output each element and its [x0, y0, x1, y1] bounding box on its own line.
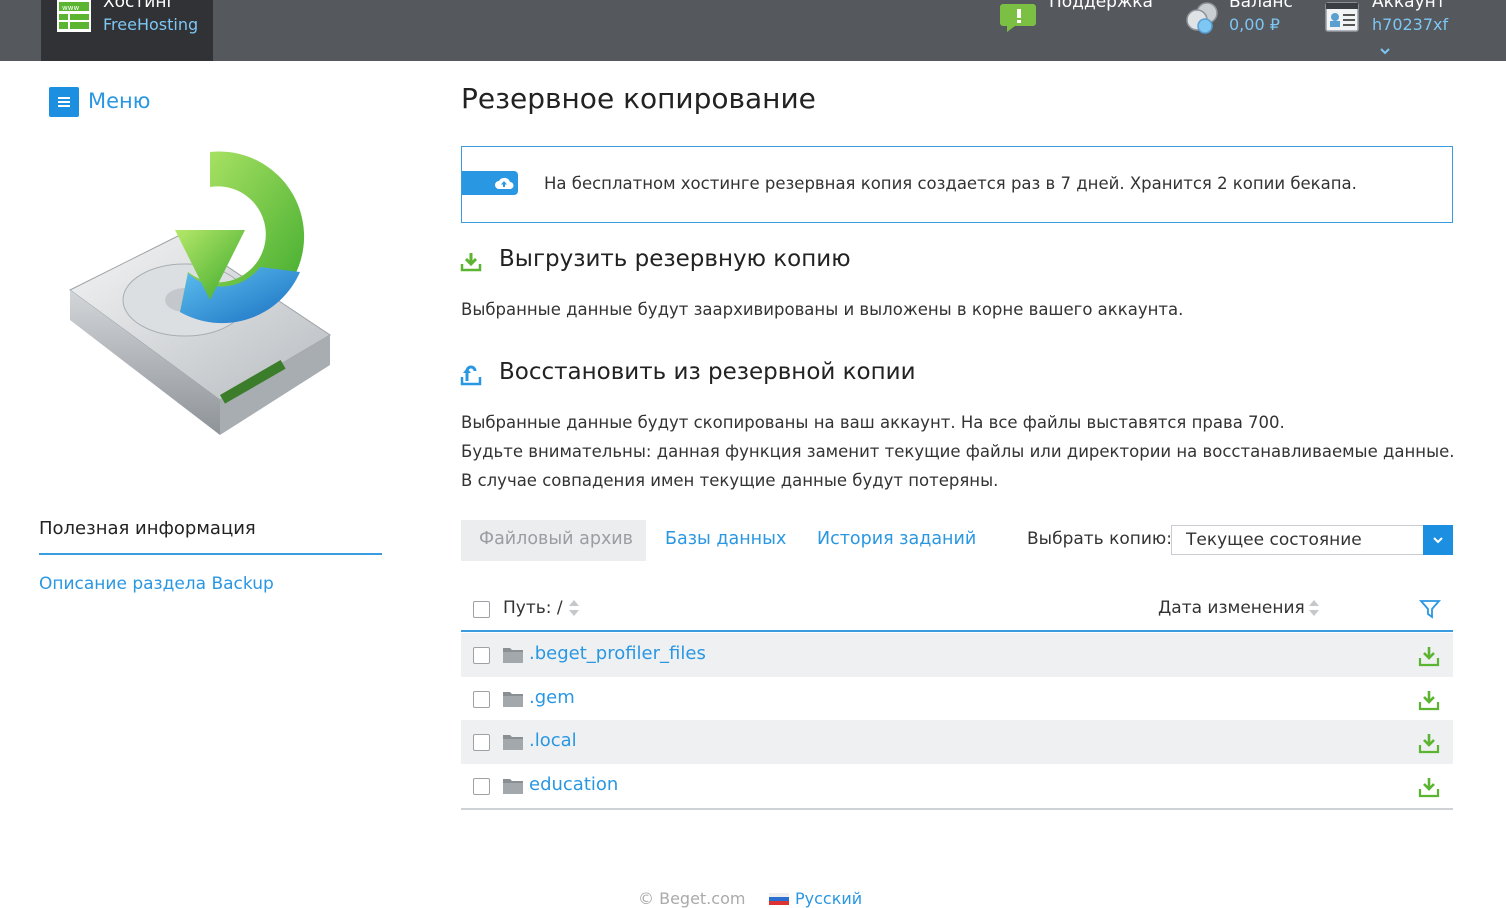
folder-icon	[503, 692, 523, 707]
footer-copyright: © Beget.com	[638, 889, 746, 908]
backup-hard-drive-illustration	[69, 151, 331, 435]
hosting-icon: www	[57, 0, 91, 32]
folder-icon	[503, 735, 523, 750]
column-path[interactable]: Путь: /	[503, 598, 563, 618]
folder-name[interactable]: .gem	[529, 687, 575, 708]
tab-task-history[interactable]: История заданий	[799, 520, 994, 561]
folder-name[interactable]: .local	[529, 730, 577, 751]
id-card-icon	[1325, 2, 1359, 32]
backup-select[interactable]: Текущее состояние	[1171, 525, 1453, 555]
hosting-switcher[interactable]: www Хостинг FreeHosting	[41, 0, 213, 61]
support-menu[interactable]: Поддержка	[1000, 0, 1160, 61]
folder-icon	[503, 648, 523, 663]
cloud-upload-icon	[495, 177, 514, 189]
download-icon	[460, 253, 482, 272]
coins-icon	[1186, 2, 1218, 34]
table-row[interactable]: education	[461, 764, 1453, 808]
hosting-title: Хостинг	[103, 0, 176, 12]
sort-icon[interactable]	[1308, 598, 1320, 618]
export-description: Выбранные данные будут заархивированы и …	[461, 300, 1184, 319]
tab-databases[interactable]: Базы данных	[647, 520, 804, 561]
row-checkbox[interactable]	[473, 778, 490, 795]
menu-icon-line	[58, 101, 70, 103]
restore-description-1: Выбранные данные будут скопированы на ва…	[461, 413, 1285, 432]
filter-icon[interactable]	[1419, 598, 1441, 620]
page-title: Резервное копирование	[461, 82, 816, 115]
tab-file-archive[interactable]: Файловый архив	[461, 520, 646, 561]
download-icon[interactable]	[1418, 645, 1440, 667]
folder-name[interactable]: education	[529, 774, 618, 795]
balance-menu[interactable]: Баланс 0,00 ₽	[1185, 0, 1305, 61]
export-section-title: Выгрузить резервную копию	[499, 246, 851, 272]
menu-icon-line	[58, 105, 70, 107]
useful-info-title: Полезная информация	[39, 518, 256, 539]
info-notice: На бесплатном хостинге резервная копия с…	[461, 146, 1453, 223]
download-icon[interactable]	[1418, 776, 1440, 798]
divider	[39, 553, 382, 555]
row-checkbox[interactable]	[473, 647, 490, 664]
restore-section-title: Восстановить из резервной копии	[499, 359, 916, 385]
select-dropdown-button[interactable]	[1423, 525, 1453, 555]
backup-description-link[interactable]: Описание раздела Backup	[39, 574, 274, 594]
chat-icon	[1000, 4, 1036, 32]
info-tab	[462, 171, 518, 195]
download-icon[interactable]	[1418, 689, 1440, 711]
backup-select-value: Текущее состояние	[1186, 530, 1362, 550]
flag-icon	[769, 893, 789, 905]
table-row[interactable]: .local	[461, 720, 1453, 764]
menu-label[interactable]: Меню	[88, 89, 150, 113]
chevron-down-icon	[1380, 48, 1390, 55]
folder-icon	[503, 779, 523, 794]
account-label: Аккаунт	[1372, 0, 1446, 12]
backup-select-label: Выбрать копию:	[1027, 529, 1172, 549]
chevron-down-icon	[1433, 537, 1443, 544]
restore-description-2: Будьте внимательны: данная функция замен…	[461, 442, 1455, 461]
column-modified-date[interactable]: Дата изменения	[1158, 598, 1305, 618]
table-row[interactable]: .gem	[461, 677, 1453, 721]
table-row[interactable]: .beget_profiler_files	[461, 633, 1453, 677]
restore-description-3: В случае совпадения имен текущие данные …	[461, 471, 999, 490]
balance-label: Баланс	[1229, 0, 1293, 12]
menu-button[interactable]	[49, 87, 79, 117]
table-header: Путь: / Дата изменения	[461, 588, 1453, 632]
menu-icon-line	[58, 97, 70, 99]
language-switch[interactable]: Русский	[795, 889, 862, 908]
row-checkbox[interactable]	[473, 734, 490, 751]
restore-icon	[460, 365, 482, 386]
folder-name[interactable]: .beget_profiler_files	[529, 643, 706, 664]
row-checkbox[interactable]	[473, 691, 490, 708]
hosting-plan: FreeHosting	[103, 15, 199, 34]
top-bar: www Хостинг FreeHosting Поддержка Баланс…	[0, 0, 1506, 61]
account-menu[interactable]: Аккаунт h70237xf	[1325, 0, 1475, 61]
select-all-checkbox[interactable]	[473, 601, 490, 618]
table-bottom-border	[461, 808, 1453, 810]
support-label: Поддержка	[1049, 0, 1153, 12]
svg-text:www: www	[62, 4, 79, 12]
info-text: На бесплатном хостинге резервная копия с…	[544, 174, 1357, 193]
balance-value: 0,00 ₽	[1229, 15, 1280, 34]
sort-icon[interactable]	[568, 598, 580, 618]
download-icon[interactable]	[1418, 732, 1440, 754]
account-login: h70237xf	[1372, 15, 1449, 34]
